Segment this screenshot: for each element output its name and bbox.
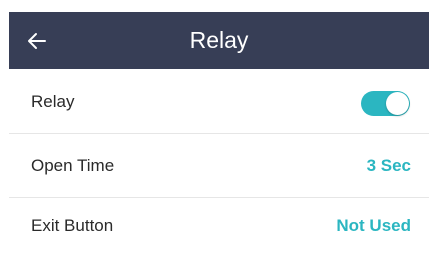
page-title: Relay	[189, 27, 249, 53]
open-time-label: Open Time	[31, 156, 115, 175]
exit-button-value: Not Used	[336, 215, 411, 235]
header-bar: Relay	[9, 12, 429, 69]
exit-button-row[interactable]: Exit Button Not Used	[9, 198, 429, 253]
open-time-value: 3 Sec	[366, 156, 411, 175]
relay-toggle[interactable]	[361, 91, 410, 116]
relay-row[interactable]: Relay	[9, 70, 429, 134]
relay-label: Relay	[31, 92, 75, 111]
toggle-knob	[386, 92, 409, 115]
open-time-row[interactable]: Open Time 3 Sec	[9, 134, 429, 198]
exit-button-label: Exit Button	[31, 215, 114, 235]
relay-settings-screen: Relay Relay Open Time 3 Sec Exit Button …	[0, 0, 429, 253]
